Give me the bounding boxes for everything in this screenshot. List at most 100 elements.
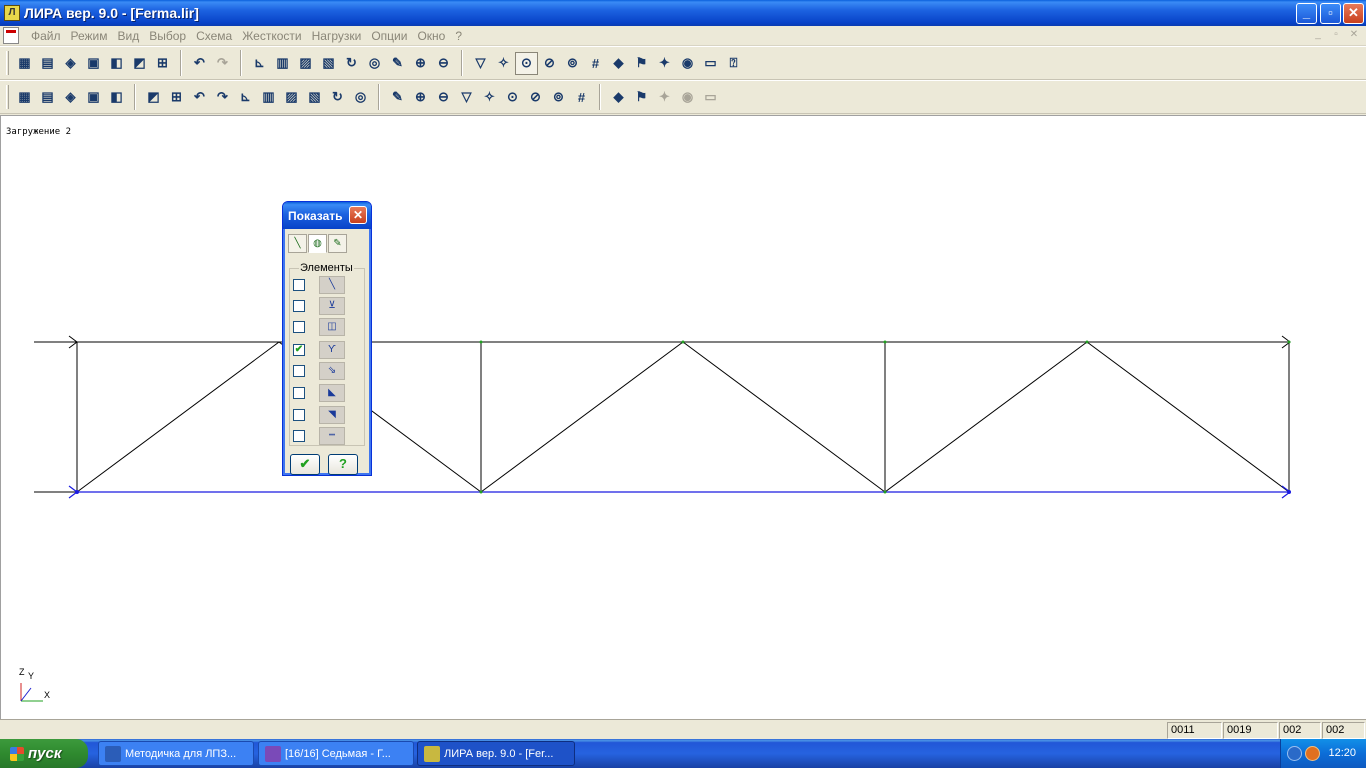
zoom-plus-icon[interactable]: ⊚: [561, 52, 584, 75]
columns-icon[interactable]: ▤: [36, 86, 59, 109]
element-option-row[interactable]: ┅: [293, 427, 345, 445]
force-icon[interactable]: ✧: [478, 86, 501, 109]
camera-icon[interactable]: ◉: [676, 52, 699, 75]
copy-icon[interactable]: ⊾: [234, 86, 257, 109]
save-icon[interactable]: ◈: [59, 52, 82, 75]
open-icon[interactable]: ▤: [36, 52, 59, 75]
xy-plane-icon[interactable]: ▨: [294, 52, 317, 75]
menu-item-5[interactable]: Жесткости: [237, 29, 306, 43]
lira-app-icon[interactable]: Л: [4, 5, 20, 21]
rotate-icon[interactable]: ↻: [340, 52, 363, 75]
show-dialog[interactable]: Показать ✕ ╲ ◍ ✎ Элементы ╲ ⊻ ◫ ✔ Ƴ ⇘ ◣ ◥ ┅ ✔ ?: [282, 201, 372, 476]
mdi-close-icon[interactable]: ✕: [1346, 28, 1362, 42]
pencil-icon[interactable]: ✎: [386, 52, 409, 75]
dialog-close-icon[interactable]: ✕: [349, 206, 367, 224]
mdi-minimize-icon[interactable]: _: [1310, 28, 1326, 42]
zoom-minus-icon[interactable]: ⊘: [538, 52, 561, 75]
element-option-row[interactable]: ✔ Ƴ: [293, 341, 345, 359]
mdi-restore-icon[interactable]: ▫: [1328, 28, 1344, 42]
node-icon[interactable]: ◎: [363, 52, 386, 75]
paste-icon[interactable]: ▥: [257, 86, 280, 109]
apply-button[interactable]: ✔: [290, 454, 320, 475]
highlight-icon[interactable]: ✦: [653, 52, 676, 75]
xz-plane-icon[interactable]: ▥: [271, 52, 294, 75]
pin-icon[interactable]: ↻: [326, 86, 349, 109]
select-icon[interactable]: ✧: [492, 52, 515, 75]
bar-tab-icon[interactable]: ╲: [288, 234, 307, 253]
network-icon[interactable]: [1287, 746, 1302, 761]
filter-icon[interactable]: ▽: [469, 52, 492, 75]
preview-icon[interactable]: ◧: [105, 52, 128, 75]
element-option-row[interactable]: ◣: [293, 384, 345, 402]
element-option-row[interactable]: ⇘: [293, 362, 345, 380]
hinge-icon[interactable]: ▧: [303, 86, 326, 109]
print-icon[interactable]: ▣: [82, 52, 105, 75]
toolbar-grip[interactable]: [6, 85, 9, 109]
element-option-row[interactable]: ◫: [293, 318, 345, 336]
star-icon[interactable]: ↷: [211, 86, 234, 109]
split-icon[interactable]: ▨: [280, 86, 303, 109]
node-tab-icon[interactable]: ◍: [308, 234, 327, 253]
rotate-3d-icon[interactable]: ▣: [82, 86, 105, 109]
element-checkbox[interactable]: [293, 321, 305, 333]
zoom-window-icon[interactable]: ⊙: [515, 51, 538, 75]
menu-item-3[interactable]: Выбор: [144, 29, 191, 43]
joint-icon[interactable]: ⊙: [501, 86, 524, 109]
menu-item-2[interactable]: Вид: [113, 29, 145, 43]
element-checkbox[interactable]: [293, 409, 305, 421]
element-option-row[interactable]: ⊻: [293, 297, 345, 315]
help-button[interactable]: ?: [328, 454, 358, 475]
cylinder-icon[interactable]: ◈: [59, 86, 82, 109]
cluster-dim2-icon[interactable]: ◉: [676, 86, 699, 109]
element-checkbox[interactable]: [293, 365, 305, 377]
truss-drawing[interactable]: [1, 116, 1365, 718]
menu-item-7[interactable]: Опции: [366, 29, 412, 43]
model-canvas[interactable]: Загружение 2 Z Y X: [0, 115, 1366, 719]
wave-load-icon[interactable]: ✎: [386, 86, 409, 109]
triangle-icon[interactable]: ↶: [188, 86, 211, 109]
info-icon[interactable]: ◩: [128, 52, 151, 75]
load-tab-icon[interactable]: ✎: [328, 234, 347, 253]
cluster-icon[interactable]: ◆: [607, 86, 630, 109]
cluster-dim-icon[interactable]: ✦: [653, 86, 676, 109]
app-tray-icon[interactable]: [1305, 746, 1320, 761]
menu-item-4[interactable]: Схема: [191, 29, 237, 43]
help-cursor-icon[interactable]: ⍰: [722, 52, 745, 75]
close-button[interactable]: ✕: [1343, 3, 1364, 24]
node-load-icon[interactable]: ⊕: [409, 86, 432, 109]
undo-icon[interactable]: ↶: [188, 52, 211, 75]
menu-item-0[interactable]: Файл: [26, 29, 66, 43]
redo-icon[interactable]: ↷: [211, 52, 234, 75]
stack-icon[interactable]: ⚑: [630, 86, 653, 109]
menu-item-6[interactable]: Нагрузки: [307, 29, 367, 43]
rigid-icon[interactable]: ⊘: [524, 86, 547, 109]
element-option-row[interactable]: ╲: [293, 276, 345, 294]
element-option-row[interactable]: ◥: [293, 406, 345, 424]
document-icon[interactable]: [3, 27, 19, 44]
minimize-button[interactable]: _: [1296, 3, 1317, 24]
link-icon[interactable]: #: [570, 86, 593, 109]
taskbar-task[interactable]: ЛИРА вер. 9.0 - [Fer...: [417, 741, 575, 766]
taskbar-task[interactable]: Методичка для ЛПЗ...: [98, 741, 254, 766]
mirror-icon[interactable]: ◧: [105, 86, 128, 109]
grid-icon[interactable]: #: [584, 52, 607, 75]
axes-icon[interactable]: ⊾: [248, 52, 271, 75]
toolbar-grip[interactable]: [6, 51, 9, 75]
menu-item-8[interactable]: Окно: [412, 29, 450, 43]
menu-item-9[interactable]: ?: [450, 29, 467, 43]
element-checkbox[interactable]: ✔: [293, 344, 305, 356]
element-checkbox[interactable]: [293, 430, 305, 442]
element-checkbox[interactable]: [293, 279, 305, 291]
move-icon[interactable]: ▽: [455, 86, 478, 109]
package-icon[interactable]: ⊞: [165, 86, 188, 109]
menu-item-1[interactable]: Режим: [66, 29, 113, 43]
cluster-dim3-icon[interactable]: ▭: [699, 86, 722, 109]
flag-icon[interactable]: ⚑: [630, 52, 653, 75]
zoom-in-icon[interactable]: ⊕: [409, 52, 432, 75]
page-icon[interactable]: ▭: [699, 52, 722, 75]
cut-icon[interactable]: ◩: [142, 86, 165, 109]
zoom-out-icon[interactable]: ⊖: [432, 52, 455, 75]
yz-plane-icon[interactable]: ▧: [317, 52, 340, 75]
fixity-icon[interactable]: ⊚: [547, 86, 570, 109]
new-icon[interactable]: ▦: [13, 52, 36, 75]
